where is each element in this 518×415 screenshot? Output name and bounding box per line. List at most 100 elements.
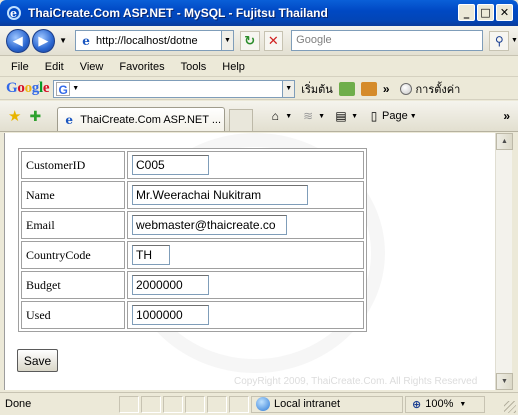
rss-icon: ≋ xyxy=(303,109,314,123)
name-input[interactable]: Mr.Weerachai Nukitram xyxy=(132,185,308,205)
mail-icon[interactable] xyxy=(338,81,355,96)
svg-text:e: e xyxy=(10,7,17,20)
arrow-down-icon: ▼ xyxy=(501,378,508,385)
page-menu-button[interactable]: ▯ Page ▼ xyxy=(366,109,417,123)
stop-button[interactable]: ✕ xyxy=(263,30,284,51)
menu-edit[interactable]: Edit xyxy=(37,61,72,73)
status-bar: Done Local intranet ⊕ 100% ▼ xyxy=(0,392,518,415)
save-button[interactable]: Save xyxy=(17,349,58,372)
feeds-button[interactable]: ≋ ▼ xyxy=(300,109,325,123)
vertical-scrollbar[interactable]: ▲ ▼ xyxy=(495,133,513,390)
search-button[interactable]: ⚲ xyxy=(489,30,510,51)
label-name: Name xyxy=(21,181,125,209)
zoom-dropdown-icon: ▼ xyxy=(459,400,467,408)
google-search-input[interactable]: G ▼ xyxy=(53,79,284,98)
scroll-up-button[interactable]: ▲ xyxy=(496,133,513,150)
forward-arrow-icon: ▶ xyxy=(38,32,49,48)
menu-tools[interactable]: Tools xyxy=(173,61,215,73)
tab-title: ThaiCreate.Com ASP.NET ... xyxy=(80,113,222,126)
minimize-button[interactable]: _ xyxy=(458,4,475,21)
page-icon: e xyxy=(82,33,90,48)
tab-thaicreate[interactable]: e ThaiCreate.Com ASP.NET ... xyxy=(57,107,226,131)
form-row-used: Used 1000000 xyxy=(21,301,364,329)
menu-view[interactable]: View xyxy=(72,61,112,73)
tab-bar: ★ ✚ e ThaiCreate.Com ASP.NET ... ⌂ ▼ ≋ ▼ ▤… xyxy=(0,101,518,132)
google-toolbar: Google G ▼ ▼ เริ่มต้น » การตั้งค่า xyxy=(0,78,518,100)
zoom-control[interactable]: ⊕ 100% ▼ xyxy=(405,395,485,413)
google-start-label: เริ่มต้น xyxy=(301,83,333,96)
form-row-countrycode: CountryCode TH xyxy=(21,241,364,269)
home-icon: ⌂ xyxy=(271,109,279,123)
status-cell xyxy=(229,395,249,413)
forward-button[interactable]: ▶ xyxy=(31,28,56,53)
status-cell xyxy=(207,395,227,413)
ie-icon: e xyxy=(6,5,22,21)
menu-favorites[interactable]: Favorites xyxy=(111,61,172,73)
chevron-down-icon: ▼ xyxy=(72,85,80,92)
menu-bar: File Edit View Favorites Tools Help xyxy=(0,57,518,77)
home-button[interactable]: ⌂ ▼ xyxy=(267,109,293,123)
status-cell xyxy=(141,395,161,413)
search-icon: ⚲ xyxy=(494,33,504,48)
page-icon: e xyxy=(65,112,73,127)
used-input[interactable]: 1000000 xyxy=(132,305,209,325)
email-input[interactable]: webmaster@thaicreate.co xyxy=(132,215,287,235)
countrycode-input[interactable]: TH xyxy=(132,245,170,265)
history-dropdown-icon[interactable]: ▼ xyxy=(59,36,67,45)
window-title: ThaiCreate.Com ASP.NET - MySQL - Fujitsu… xyxy=(28,6,328,20)
label-budget: Budget xyxy=(21,271,125,299)
form-row-name: Name Mr.Weerachai Nukitram xyxy=(21,181,364,209)
google-settings-button[interactable]: การตั้งค่า xyxy=(416,80,461,98)
scroll-down-button[interactable]: ▼ xyxy=(496,373,513,390)
google-start-button[interactable]: เริ่มต้น xyxy=(301,80,333,98)
print-button[interactable]: ▤ ▼ xyxy=(333,109,358,123)
new-tab-button[interactable] xyxy=(229,109,254,131)
security-zone[interactable]: Local intranet xyxy=(251,395,403,413)
address-dropdown-icon[interactable]: ▼ xyxy=(222,30,234,51)
search-input[interactable]: Google xyxy=(291,30,484,51)
resize-grip-icon[interactable] xyxy=(504,401,516,413)
back-button[interactable]: ◀ xyxy=(6,28,30,53)
google-settings-label: การตั้งค่า xyxy=(415,83,461,96)
form-row-customerid: CustomerID C005 xyxy=(21,151,364,179)
budget-input[interactable]: 2000000 xyxy=(132,275,209,295)
more-chevron-icon[interactable]: » xyxy=(383,82,390,96)
google-logo[interactable]: Google xyxy=(6,80,50,97)
customerid-input[interactable]: C005 xyxy=(132,155,209,175)
form-row-email: Email webmaster@thaicreate.co xyxy=(21,211,364,239)
maximize-button[interactable]: □ xyxy=(477,4,494,21)
page-doc-icon: ▯ xyxy=(370,109,378,123)
status-cell xyxy=(119,395,139,413)
google-dropdown-icon[interactable]: ▼ xyxy=(283,79,296,98)
bookmark-icon[interactable] xyxy=(360,81,377,96)
more-commands-chevron-icon[interactable]: » xyxy=(503,109,510,123)
arrow-up-icon: ▲ xyxy=(501,138,508,145)
customer-form-table: CustomerID C005 Name Mr.Weerachai Nukitr… xyxy=(18,148,367,332)
printer-icon: ▤ xyxy=(335,109,347,123)
google-g-icon: G xyxy=(56,81,71,97)
close-button[interactable]: ✕ xyxy=(496,4,513,21)
zone-label: Local intranet xyxy=(274,398,341,410)
page-menu-label: Page xyxy=(382,110,408,122)
form-row-budget: Budget 2000000 xyxy=(21,271,364,299)
address-input[interactable]: e http://localhost/dotne xyxy=(75,30,223,51)
status-text: Done xyxy=(5,398,32,410)
add-favorites-icon[interactable]: ✚ xyxy=(29,108,41,125)
menu-file[interactable]: File xyxy=(0,61,37,73)
zoom-icon: ⊕ xyxy=(412,398,422,411)
globe-icon xyxy=(256,397,270,411)
status-cell xyxy=(185,395,205,413)
label-email: Email xyxy=(21,211,125,239)
label-countrycode: CountryCode xyxy=(21,241,125,269)
favorites-star-icon[interactable]: ★ xyxy=(8,107,21,125)
address-toolbar: ◀ ▶ ▼ e http://localhost/dotne ▼ ↻ ✕ Goo… xyxy=(0,26,518,56)
label-used: Used xyxy=(21,301,125,329)
search-dropdown-icon[interactable]: ▼ xyxy=(511,37,518,44)
copyright-text: CopyRight 2009, ThaiCreate.Com. All Righ… xyxy=(234,376,478,387)
settings-radio-icon[interactable] xyxy=(399,82,412,95)
back-arrow-icon: ◀ xyxy=(12,32,23,48)
address-url: http://localhost/dotne xyxy=(96,34,198,47)
title-bar[interactable]: e ThaiCreate.Com ASP.NET - MySQL - Fujit… xyxy=(0,0,518,26)
refresh-button[interactable]: ↻ xyxy=(239,30,260,51)
menu-help[interactable]: Help xyxy=(214,61,253,73)
